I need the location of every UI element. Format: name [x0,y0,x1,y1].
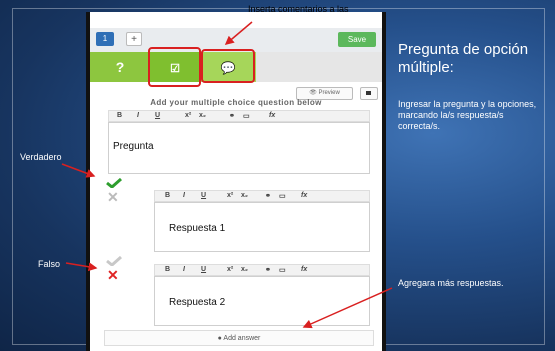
image-icon[interactable]: ▭ [243,112,250,120]
answer-2-text: Respuesta 2 [169,297,226,308]
subscript-button[interactable]: x₂ [241,192,248,199]
answer-1-text: Respuesta 1 [169,223,226,234]
annotation-true: Verdadero [20,152,62,163]
annotation-false: Falso [38,259,60,270]
link-icon[interactable]: ⚭ [229,112,235,120]
plus-circle-icon: ● [217,335,222,342]
save-button[interactable]: Save [338,32,376,47]
subscript-button[interactable]: x₂ [199,112,206,119]
annotation-false-text: Falso [38,259,61,269]
answer-2-toolbar: B I U x² x₂ ⚭ ▭ fx [154,264,370,276]
question-toolbar: B I U x² x₂ ⚭ ▭ fx [108,110,370,122]
formula-icon[interactable]: fx [301,192,307,199]
question-heading: Add your multiple choice question below [150,98,322,107]
correct-check-icon[interactable] [106,178,122,188]
bold-button[interactable]: B [165,192,170,199]
italic-button[interactable]: I [183,192,185,199]
annotation-add-more: Agregara más respuestas. [398,278,504,288]
bold-button[interactable]: B [117,112,122,119]
incorrect-x-icon[interactable]: ✕ [107,268,119,282]
link-icon[interactable]: ⚭ [265,266,271,274]
image-icon[interactable]: ▭ [279,266,286,274]
add-question-button[interactable]: + [126,32,142,46]
incorrect-x-icon[interactable]: ✕ [107,190,119,204]
superscript-button[interactable]: x² [185,112,191,119]
italic-button[interactable]: I [183,266,185,273]
answer-1-input[interactable]: Respuesta 1 [154,202,370,252]
slide-title: Pregunta de opción múltiple: [398,41,529,76]
superscript-button[interactable]: x² [227,192,233,199]
underline-button[interactable]: U [201,266,206,273]
highlight-answers-tab [148,47,201,87]
italic-button[interactable]: I [137,112,139,119]
formula-icon[interactable]: fx [269,112,275,119]
question-mark-icon: ? [115,59,125,75]
question-number-tab[interactable]: 1 [96,32,114,46]
correct-check-icon[interactable] [106,256,122,266]
question-text: Pregunta [113,141,154,152]
formula-icon[interactable]: fx [301,266,307,273]
highlight-comments-tab [201,49,255,83]
question-input[interactable]: Pregunta [108,122,370,174]
answer-2-input[interactable]: Respuesta 2 [154,276,370,326]
answer-1-toolbar: B I U x² x₂ ⚭ ▭ fx [154,190,370,202]
superscript-button[interactable]: x² [227,266,233,273]
bold-button[interactable]: B [165,266,170,273]
underline-button[interactable]: U [155,112,160,119]
link-icon[interactable]: ⚭ [265,192,271,200]
tab-question[interactable]: ? [90,52,150,82]
add-answer-button[interactable]: ● Add answer [104,330,374,346]
quiz-editor-panel: 1 + Save ? ☑ 💬 👁 Preview Add your multip… [86,12,386,351]
subscript-button[interactable]: x₂ [241,266,248,273]
slide-description: Ingresar la pregunta y la opciones, marc… [398,99,537,131]
image-icon[interactable]: ▭ [279,192,286,200]
annotation-true-text: Verdadero [20,152,62,162]
add-answer-label: Add answer [223,335,261,342]
underline-button[interactable]: U [201,192,206,199]
